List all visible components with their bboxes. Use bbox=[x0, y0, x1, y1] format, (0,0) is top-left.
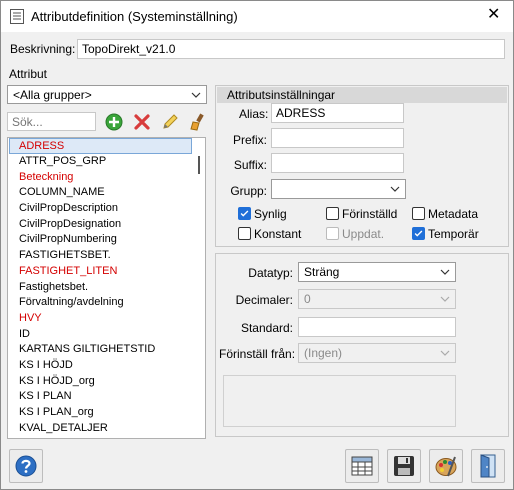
help-icon bbox=[15, 455, 37, 477]
close-icon[interactable]: ✕ bbox=[487, 7, 500, 23]
chevron-down-icon bbox=[390, 186, 400, 192]
forinstalld-label: Förinställd bbox=[342, 207, 398, 221]
table-layout-button[interactable] bbox=[345, 449, 379, 483]
decimaler-select: 0 bbox=[298, 289, 456, 309]
list-item[interactable]: KS I PLAN_org bbox=[8, 405, 205, 421]
exit-button[interactable] bbox=[471, 449, 505, 483]
attribute-settings-header: Attributsinställningar bbox=[217, 87, 507, 103]
list-item-selected[interactable]: ADRESS bbox=[9, 138, 192, 154]
save-button[interactable] bbox=[387, 449, 421, 483]
suffix-label: Suffix: bbox=[233, 158, 267, 172]
uppdat-label: Uppdat. bbox=[342, 227, 385, 241]
group-select[interactable] bbox=[271, 179, 406, 199]
style-palette-button[interactable] bbox=[429, 449, 463, 483]
palette-icon bbox=[435, 456, 457, 477]
delete-icon[interactable] bbox=[133, 113, 151, 131]
alias-label: Alias: bbox=[239, 107, 269, 121]
konstant-checkbox[interactable] bbox=[238, 227, 251, 240]
uppdat-checkbox bbox=[326, 227, 339, 240]
list-item[interactable]: KVAL_DETALJER bbox=[8, 421, 205, 437]
prefix-input[interactable] bbox=[271, 128, 404, 148]
datatyp-select[interactable]: Sträng bbox=[298, 262, 456, 282]
dialog-window: Attributdefinition (Systeminställning) ✕… bbox=[0, 0, 514, 490]
group-filter-select[interactable]: <Alla grupper> bbox=[7, 85, 207, 104]
description-label: Beskrivning: bbox=[10, 42, 76, 56]
list-item[interactable]: FASTIGHET_LITEN bbox=[8, 264, 205, 280]
list-item[interactable]: COLUMN_NAME bbox=[8, 185, 205, 201]
list-item[interactable]: KS I PLAN bbox=[8, 389, 205, 405]
forinstalld-checkbox[interactable] bbox=[326, 207, 339, 220]
window-title: Attributdefinition (Systeminställning) bbox=[31, 9, 238, 24]
forinstall-label: Förinställ från: bbox=[219, 347, 296, 361]
list-item[interactable]: ID bbox=[8, 327, 205, 343]
add-icon[interactable] bbox=[105, 113, 123, 131]
alias-input[interactable]: ADRESS bbox=[271, 103, 404, 123]
konstant-label: Konstant bbox=[254, 227, 302, 241]
list-item[interactable]: Förvaltning/avdelning bbox=[8, 295, 205, 311]
chevron-down-icon bbox=[191, 92, 201, 98]
temporar-label: Temporär bbox=[428, 227, 479, 241]
app-icon bbox=[10, 9, 24, 24]
forinstall-select: (Ingen) bbox=[298, 343, 456, 363]
chevron-down-icon bbox=[440, 296, 450, 302]
decimaler-value: 0 bbox=[304, 292, 311, 306]
help-button[interactable] bbox=[9, 449, 43, 483]
clear-brush-icon[interactable] bbox=[189, 113, 207, 131]
group-label: Grupp: bbox=[230, 184, 267, 198]
prefix-label: Prefix: bbox=[232, 133, 267, 147]
standard-label: Standard: bbox=[240, 321, 293, 335]
chevron-down-icon bbox=[440, 350, 450, 356]
grid-table-icon bbox=[351, 456, 373, 476]
synlig-checkbox[interactable] bbox=[238, 207, 251, 220]
edit-pencil-icon[interactable] bbox=[161, 113, 179, 131]
scrollbar-thumb[interactable] bbox=[198, 156, 200, 174]
forinstall-value: (Ingen) bbox=[304, 346, 343, 360]
list-item[interactable]: FASTIGHETSBET. bbox=[8, 248, 205, 264]
synlig-label: Synlig bbox=[254, 207, 287, 221]
list-item[interactable]: CivilPropNumbering bbox=[8, 232, 205, 248]
temporar-checkbox[interactable] bbox=[412, 227, 425, 240]
list-item[interactable]: KS I HÖJD_org bbox=[8, 374, 205, 390]
preview-area bbox=[223, 375, 456, 427]
list-item[interactable]: Beteckning bbox=[8, 170, 205, 186]
list-item[interactable]: KS I HÖJD bbox=[8, 358, 205, 374]
list-item[interactable]: Fastighetsbet. bbox=[8, 280, 205, 296]
group-filter-value: <Alla grupper> bbox=[13, 88, 92, 102]
list-item[interactable]: KARTANS GILTIGHETSTID bbox=[8, 342, 205, 358]
standard-input[interactable] bbox=[298, 317, 456, 337]
exit-door-icon bbox=[480, 454, 496, 478]
attribute-list[interactable]: ADRESS ATTR_POS_GRP Beteckning COLUMN_NAME C… bbox=[7, 137, 206, 439]
list-item[interactable]: CivilPropDescription bbox=[8, 201, 205, 217]
suffix-input[interactable] bbox=[271, 153, 404, 173]
search-input[interactable] bbox=[7, 112, 96, 131]
save-disk-icon bbox=[394, 456, 414, 476]
datatyp-value: Sträng bbox=[304, 265, 340, 279]
chevron-down-icon bbox=[440, 269, 450, 275]
metadata-checkbox[interactable] bbox=[412, 207, 425, 220]
decimaler-label: Decimaler: bbox=[235, 293, 293, 307]
list-item[interactable]: HVY bbox=[8, 311, 205, 327]
attributes-section-label: Attribut bbox=[9, 67, 48, 81]
datatyp-label: Datatyp: bbox=[248, 266, 293, 280]
title-bar: Attributdefinition (Systeminställning) ✕ bbox=[1, 1, 513, 32]
metadata-label: Metadata bbox=[428, 207, 479, 221]
list-item[interactable]: CivilPropDesignation bbox=[8, 217, 205, 233]
description-input[interactable]: TopoDirekt_v21.0 bbox=[77, 39, 505, 59]
list-item[interactable]: ATTR_POS_GRP bbox=[8, 154, 205, 170]
